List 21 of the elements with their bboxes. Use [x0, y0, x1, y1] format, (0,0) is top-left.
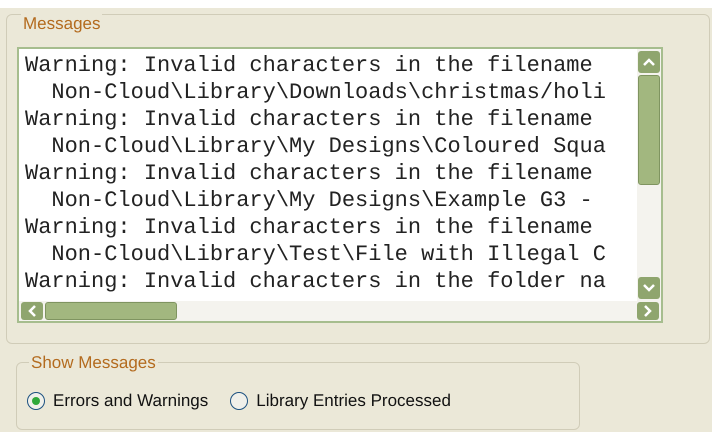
- scroll-up-icon[interactable]: [638, 51, 660, 73]
- log-line: Warning: Invalid characters in the folder na: [25, 268, 607, 295]
- scroll-down-icon[interactable]: [638, 277, 660, 299]
- scroll-thumb[interactable]: [45, 302, 177, 320]
- radio-option[interactable]: Library Entries Processed: [230, 388, 451, 414]
- radio-button[interactable]: [27, 392, 45, 410]
- scroll-thumb[interactable]: [638, 75, 660, 185]
- log-line: Non-Cloud\Library\My Designs\Example G3 -: [50, 187, 594, 214]
- log-line: Warning: Invalid characters in the filename: [25, 106, 594, 133]
- scroll-right-icon[interactable]: [637, 302, 659, 320]
- radio-option[interactable]: Errors and Warnings: [27, 388, 208, 414]
- log-line: Non-Cloud\Library\Downloads\christmas/holi: [50, 79, 607, 106]
- radio-button[interactable]: [230, 392, 248, 410]
- log-line: Warning: Invalid characters in the filename: [25, 214, 594, 241]
- log-line: Warning: Invalid characters in the filename: [25, 160, 594, 187]
- vertical-scrollbar[interactable]: [637, 49, 661, 301]
- log-line: Non-Cloud\Library\My Designs\Coloured Squa: [50, 133, 607, 160]
- log-line: Non-Cloud\Library\Test\File with Illegal C: [50, 241, 607, 268]
- horizontal-scrollbar[interactable]: [19, 301, 661, 321]
- log-line: Warning: Invalid characters in the filename: [25, 52, 594, 79]
- scroll-left-icon[interactable]: [21, 302, 43, 320]
